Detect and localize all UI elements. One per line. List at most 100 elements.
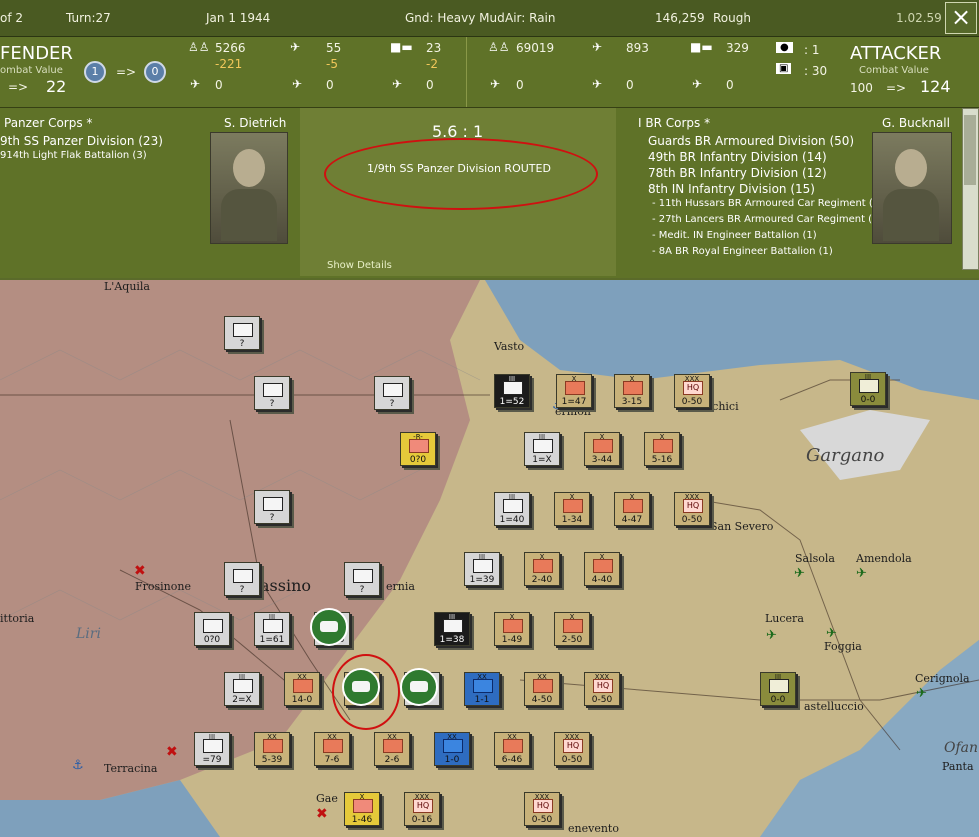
unit-strength-label: 0-50	[681, 515, 703, 525]
attacker-unit[interactable]: 8th IN Infantry Division (15)	[648, 182, 815, 196]
unit-counter[interactable]: ?	[224, 316, 260, 350]
unit-counter[interactable]: III 2=X	[224, 672, 260, 706]
unit-symbol-icon	[233, 323, 253, 337]
unit-counter[interactable]: XX 2-6	[374, 732, 410, 766]
unit-strength-label: 4-50	[531, 695, 553, 705]
attacker-naval: 0	[726, 78, 734, 92]
unit-counter[interactable]: ?	[224, 562, 260, 596]
unit-counter[interactable]: III 1=38	[434, 612, 470, 646]
attacker-subunit[interactable]: - 11th Hussars BR Armoured Car Regiment …	[652, 198, 883, 209]
unit-counter[interactable]: XX 7-6	[314, 732, 350, 766]
defender-entrench-arrow: =>	[116, 65, 137, 79]
date-label: Jan 1 1944	[206, 11, 271, 25]
city-label: L'Aquila	[104, 280, 150, 293]
unit-counter[interactable]: XX 6-46	[494, 732, 530, 766]
close-icon[interactable]: ×	[945, 2, 977, 34]
unit-counter[interactable]: XXX HQ 0-50	[674, 374, 710, 408]
unit-symbol-icon	[503, 739, 523, 753]
unit-counter[interactable]: X 1-46	[344, 792, 380, 826]
air-unit-icon[interactable]	[310, 608, 348, 646]
unit-symbol-icon	[563, 499, 583, 513]
attacker-subunit[interactable]: - Medit. IN Engineer Battalion (1)	[652, 230, 817, 241]
attacker-unit[interactable]: 78th BR Infantry Division (12)	[648, 166, 827, 180]
river-label: Liri	[76, 626, 101, 642]
attacker-title: ATTACKER	[850, 43, 942, 64]
unit-counter[interactable]: III 0-0	[760, 672, 796, 706]
unit-counter[interactable]: XXX HQ 0-50	[584, 672, 620, 706]
unit-counter[interactable]: X 1=47	[556, 374, 592, 408]
unit-strength-label: ?	[389, 399, 395, 409]
unit-counter[interactable]: X 2-50	[554, 612, 590, 646]
unit-counter[interactable]: X 2-40	[524, 552, 560, 586]
unit-counter[interactable]: XX 4-50	[524, 672, 560, 706]
highlight-ring	[324, 138, 598, 210]
unit-counter[interactable]: III 1=X	[524, 432, 560, 466]
unit-counter[interactable]: X 1-34	[554, 492, 590, 526]
unit-counter[interactable]: XX 1-1	[464, 672, 500, 706]
defender-infantry: 5266	[215, 41, 246, 55]
unit-counter[interactable]: X 3-15	[614, 374, 650, 408]
unit-counter[interactable]: III 1=39	[464, 552, 500, 586]
unit-counter[interactable]: X 3-44	[584, 432, 620, 466]
attacker-unit[interactable]: 49th BR Infantry Division (14)	[648, 150, 827, 164]
unit-counter[interactable]: 0?0	[194, 612, 230, 646]
unit-counter[interactable]: III 0-0	[850, 372, 886, 406]
unit-symbol-icon	[473, 679, 493, 693]
unit-symbol-icon	[353, 569, 373, 583]
defender-combat-label: ombat Value	[0, 65, 63, 76]
defender-tanks: 23	[426, 41, 442, 55]
unit-strength-label: 1=X	[532, 455, 552, 465]
unit-symbol-icon	[353, 799, 373, 813]
city-label: Salsola	[795, 552, 835, 565]
unit-counter[interactable]: XXX HQ 0-50	[674, 492, 710, 526]
unit-counter[interactable]: ?	[374, 376, 410, 410]
city-label: Vasto	[494, 340, 525, 353]
attacker-subunit[interactable]: - 27th Lancers BR Armoured Car Regiment …	[652, 214, 882, 225]
unit-counter[interactable]: XX 5-39	[254, 732, 290, 766]
unit-counter[interactable]: III 1=52	[494, 374, 530, 408]
unit-symbol-icon	[473, 559, 493, 573]
unit-counter[interactable]: III =79	[194, 732, 230, 766]
unit-counter[interactable]: X 5-16	[644, 432, 680, 466]
scrollbar-thumb[interactable]	[964, 115, 976, 185]
unit-counter[interactable]: XXX HQ 0-50	[524, 792, 560, 826]
attacker-subunit[interactable]: - 8A BR Royal Engineer Battalion (1)	[652, 246, 833, 257]
attacker-unit[interactable]: Guards BR Armoured Division (50)	[648, 134, 854, 148]
unit-strength-label: 0-0	[860, 395, 876, 405]
unit-counter[interactable]: X 1-49	[494, 612, 530, 646]
show-details-link[interactable]: Show Details	[327, 260, 392, 271]
unit-counter[interactable]: XX 14-0	[284, 672, 320, 706]
unit-strength-label: 1-34	[561, 515, 583, 525]
unit-symbol-icon	[203, 619, 223, 633]
unit-counter[interactable]: ?	[254, 490, 290, 524]
unit-counter[interactable]: III 1=40	[494, 492, 530, 526]
unit-counter[interactable]: XXX HQ 0-50	[554, 732, 590, 766]
unit-counter[interactable]: XXX HQ 0-16	[404, 792, 440, 826]
unit-counter[interactable]: X 4-47	[614, 492, 650, 526]
unit-strength-label: 4-47	[621, 515, 643, 525]
unit-strength-label: 2-40	[531, 575, 553, 585]
bomber-icon: ✈	[490, 77, 501, 91]
unit-symbol-icon	[263, 383, 283, 397]
air-unit-icon[interactable]	[400, 668, 438, 706]
defender-unit[interactable]: 9th SS Panzer Division (23)	[0, 134, 163, 148]
unit-strength-label: 1=61	[259, 635, 285, 645]
unit-counter[interactable]: X 4-40	[584, 552, 620, 586]
unit-counter[interactable]: III 1=61	[254, 612, 290, 646]
prestige-value: 146,259	[655, 11, 705, 25]
unit-counter[interactable]: ?	[254, 376, 290, 410]
unit-counter[interactable]: ?	[344, 562, 380, 596]
unit-counter[interactable]: -R- 0?0	[400, 432, 436, 466]
attacker-tanks: 329	[726, 41, 749, 55]
unit-symbol-icon: HQ	[563, 739, 583, 753]
attacker-combat-from: 100	[850, 81, 873, 95]
unit-strength-label: 0?0	[409, 455, 427, 465]
unit-strength-label: =79	[202, 755, 222, 765]
strategic-map[interactable]: L'Aquila Vasto eschici Gargano San Sever…	[0, 280, 979, 837]
unit-list-scrollbar[interactable]	[962, 108, 979, 270]
defender-unit[interactable]: 914th Light Flak Battalion (3)	[0, 150, 147, 161]
defender-commander-portrait	[210, 132, 288, 244]
unit-counter[interactable]: XX 1-0	[434, 732, 470, 766]
port-icon: ⚓	[72, 758, 84, 773]
unit-strength-label: 0-0	[770, 695, 786, 705]
